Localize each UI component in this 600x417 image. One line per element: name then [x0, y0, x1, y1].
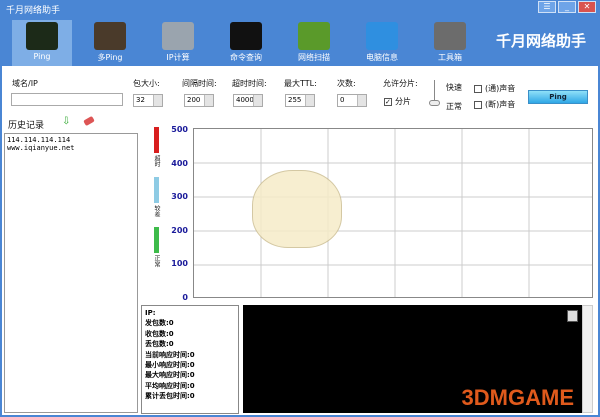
- y-tick-label: 100: [171, 259, 188, 269]
- toolbar-calculator[interactable]: IP计算: [148, 20, 208, 66]
- count-spinner[interactable]: 0: [337, 94, 367, 107]
- stat-line: 最大响应时间:0: [145, 371, 195, 380]
- history-list: 114.114.114.114 www.iqianyue.net: [4, 133, 138, 413]
- speed-fast-label: 快速: [446, 83, 462, 92]
- y-tick-label: 200: [171, 225, 188, 235]
- stat-line: 累计丢包时间:0: [145, 392, 195, 401]
- history-title: 历史记录: [8, 121, 45, 131]
- stat-line: 丢包数:0: [145, 340, 174, 349]
- sound-disconnect-label: (断)声音: [485, 100, 516, 109]
- y-tick-label: 300: [171, 192, 188, 202]
- toolbar-label: 网络扫描: [298, 53, 330, 62]
- timeout-spinner[interactable]: 4000: [233, 94, 263, 107]
- sound-connect-label: (通)声音: [485, 84, 516, 93]
- size-spinner[interactable]: 32: [133, 94, 163, 107]
- fragment-checkbox[interactable]: ✓ 分片: [384, 96, 411, 107]
- toolbar-label: 电脑信息: [366, 53, 398, 62]
- ttl-label: 最大TTL:: [284, 79, 317, 88]
- mascot-image: [252, 170, 342, 248]
- stat-line: 收包数:0: [145, 329, 174, 338]
- toolbar-label: IP计算: [166, 53, 190, 62]
- toolbar-label: 命令查询: [230, 53, 262, 62]
- calculator-icon: [162, 22, 194, 50]
- history-item[interactable]: 114.114.114.114: [7, 136, 135, 144]
- title-bar: 千月网络助手: [0, 0, 600, 18]
- terminal-icon: [230, 22, 262, 50]
- sound-disconnect-checkbox[interactable]: (断)声音: [474, 99, 515, 110]
- toolbar-label: 工具箱: [438, 53, 462, 62]
- toolbar-network-scan[interactable]: 网络扫描: [284, 20, 344, 66]
- window-title: 千月网络助手: [6, 6, 61, 16]
- save-icon[interactable]: [567, 310, 578, 322]
- stat-line: 当前响应时间:0: [145, 350, 195, 359]
- stat-line: 平均响应时间:0: [145, 381, 195, 390]
- timeout-label: 超时时间:: [232, 79, 267, 88]
- fragment-label: 允许分片:: [383, 79, 418, 88]
- close-button[interactable]: ✕: [578, 1, 596, 13]
- y-tick-label: 400: [171, 158, 188, 168]
- speed-normal-label: 正常: [446, 102, 462, 111]
- ping-monitor-icon: [26, 22, 58, 50]
- brand-title: 千月网络助手: [495, 32, 586, 50]
- minimize-button[interactable]: _: [558, 1, 576, 13]
- speed-slider-track[interactable]: [434, 80, 435, 102]
- y-tick-label: 500: [171, 125, 188, 134]
- sort-icon[interactable]: ⇩: [62, 116, 70, 127]
- speed-slider-thumb[interactable]: [429, 100, 440, 106]
- count-label: 次数:: [337, 79, 356, 88]
- console-scrollbar[interactable]: [582, 305, 593, 413]
- history-item[interactable]: www.iqianyue.net: [7, 144, 135, 152]
- legend-label: 较差: [153, 205, 160, 217]
- toolbar-label: Ping: [33, 52, 51, 61]
- menu-button[interactable]: ☰: [538, 1, 556, 13]
- stat-line: IP:: [145, 309, 156, 317]
- interval-spinner[interactable]: 200: [184, 94, 214, 107]
- stats-panel: IP: 发包数:0 收包数:0 丢包数:0 当前响应时间:0 最小响应时间:0 最大响应时间…: [141, 305, 239, 414]
- multi-ping-chart-icon: [94, 22, 126, 50]
- ping-button[interactable]: Ping: [528, 90, 588, 104]
- tools-icon: [434, 22, 466, 50]
- toolbar-tools[interactable]: 工具箱: [420, 20, 480, 66]
- domain-input[interactable]: [11, 93, 123, 106]
- stat-line: 最小响应时间:0: [145, 361, 195, 370]
- toolbar-ping-monitor[interactable]: Ping: [12, 20, 72, 66]
- toolbar-label: 多Ping: [97, 53, 123, 62]
- domain-label: 域名/IP: [12, 79, 38, 88]
- ttl-spinner[interactable]: 255: [285, 94, 315, 107]
- window-controls: ☰ _ ✕: [538, 1, 596, 13]
- toolbar-computer-monitor[interactable]: 电脑信息: [352, 20, 412, 66]
- interval-label: 间隔时间:: [182, 79, 217, 88]
- fragment-checkbox-label: 分片: [395, 97, 411, 106]
- size-label: 包大小:: [133, 79, 160, 88]
- toolbar-multi-ping-chart[interactable]: 多Ping: [80, 20, 140, 66]
- output-console: 3DMGAME: [243, 305, 582, 413]
- watermark: 3DMGAME: [461, 385, 574, 410]
- toolbar-terminal[interactable]: 命令查询: [216, 20, 276, 66]
- stat-line: 发包数:0: [145, 319, 174, 328]
- sound-connect-checkbox[interactable]: (通)声音: [474, 83, 515, 94]
- network-scan-icon: [298, 22, 330, 50]
- y-tick-label: 0: [182, 293, 188, 302]
- computer-monitor-icon: [366, 22, 398, 50]
